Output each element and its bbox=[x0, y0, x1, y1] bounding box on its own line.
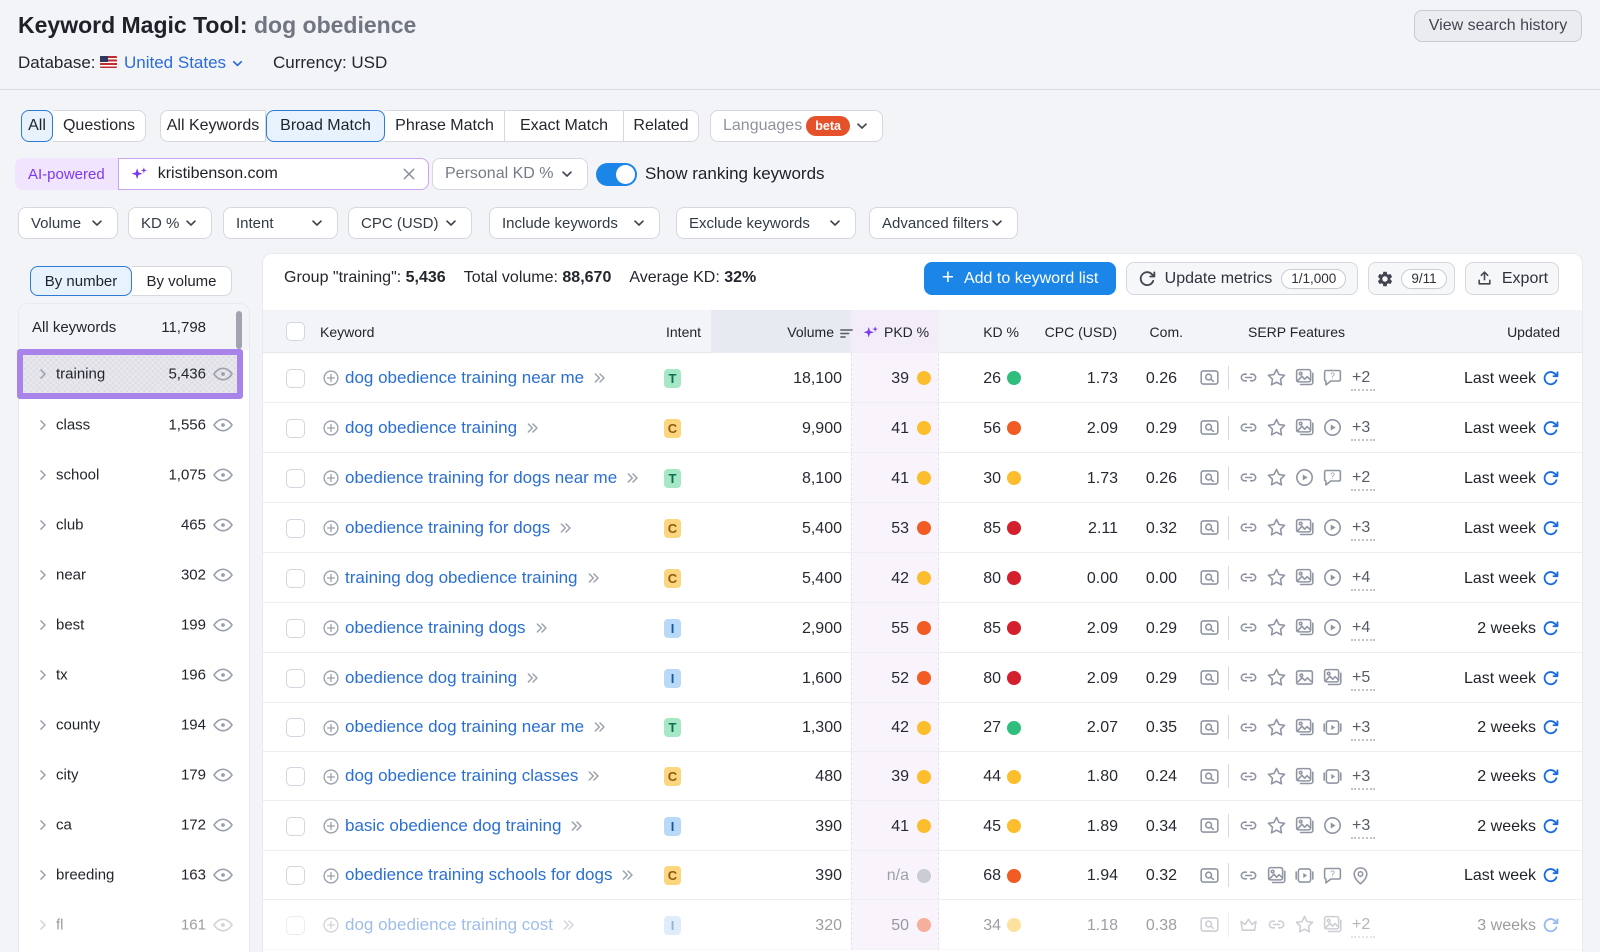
svg-text:?: ? bbox=[1330, 471, 1335, 481]
svg-text:?: ? bbox=[1330, 869, 1335, 879]
svg-text:?: ? bbox=[1330, 371, 1335, 381]
